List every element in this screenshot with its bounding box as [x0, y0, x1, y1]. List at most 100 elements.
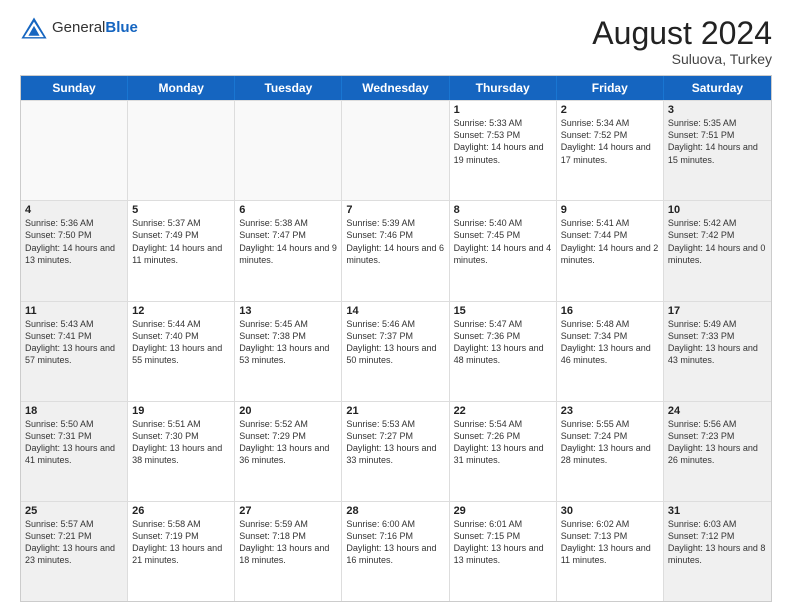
- day-number: 19: [132, 405, 230, 417]
- day-cell-31: 31Sunrise: 6:03 AMSunset: 7:12 PMDayligh…: [664, 502, 771, 601]
- day-number: 6: [239, 204, 337, 216]
- day-cell-18: 18Sunrise: 5:50 AMSunset: 7:31 PMDayligh…: [21, 402, 128, 501]
- day-details: Sunrise: 5:34 AMSunset: 7:52 PMDaylight:…: [561, 117, 659, 166]
- day-cell-25: 25Sunrise: 5:57 AMSunset: 7:21 PMDayligh…: [21, 502, 128, 601]
- day-number: 23: [561, 405, 659, 417]
- day-number: 14: [346, 305, 444, 317]
- day-number: 24: [668, 405, 767, 417]
- day-details: Sunrise: 5:39 AMSunset: 7:46 PMDaylight:…: [346, 217, 444, 266]
- calendar-row-1: 4Sunrise: 5:36 AMSunset: 7:50 PMDaylight…: [21, 200, 771, 300]
- day-details: Sunrise: 6:00 AMSunset: 7:16 PMDaylight:…: [346, 518, 444, 567]
- logo-icon: [20, 16, 48, 40]
- day-number: 18: [25, 405, 123, 417]
- header-day-thursday: Thursday: [450, 76, 557, 100]
- page: GeneralBlue August 2024 Suluova, Turkey …: [0, 0, 792, 612]
- day-number: 2: [561, 104, 659, 116]
- day-details: Sunrise: 5:36 AMSunset: 7:50 PMDaylight:…: [25, 217, 123, 266]
- day-number: 5: [132, 204, 230, 216]
- day-details: Sunrise: 5:56 AMSunset: 7:23 PMDaylight:…: [668, 418, 767, 467]
- day-cell-22: 22Sunrise: 5:54 AMSunset: 7:26 PMDayligh…: [450, 402, 557, 501]
- day-details: Sunrise: 5:40 AMSunset: 7:45 PMDaylight:…: [454, 217, 552, 266]
- day-cell-7: 7Sunrise: 5:39 AMSunset: 7:46 PMDaylight…: [342, 201, 449, 300]
- day-details: Sunrise: 5:58 AMSunset: 7:19 PMDaylight:…: [132, 518, 230, 567]
- day-cell-24: 24Sunrise: 5:56 AMSunset: 7:23 PMDayligh…: [664, 402, 771, 501]
- day-number: 16: [561, 305, 659, 317]
- day-cell-14: 14Sunrise: 5:46 AMSunset: 7:37 PMDayligh…: [342, 302, 449, 401]
- calendar-header: SundayMondayTuesdayWednesdayThursdayFrid…: [21, 76, 771, 100]
- day-number: 29: [454, 505, 552, 517]
- day-details: Sunrise: 5:42 AMSunset: 7:42 PMDaylight:…: [668, 217, 767, 266]
- day-details: Sunrise: 5:59 AMSunset: 7:18 PMDaylight:…: [239, 518, 337, 567]
- day-details: Sunrise: 5:49 AMSunset: 7:33 PMDaylight:…: [668, 318, 767, 367]
- day-cell-9: 9Sunrise: 5:41 AMSunset: 7:44 PMDaylight…: [557, 201, 664, 300]
- day-number: 7: [346, 204, 444, 216]
- day-details: Sunrise: 5:41 AMSunset: 7:44 PMDaylight:…: [561, 217, 659, 266]
- day-number: 25: [25, 505, 123, 517]
- day-details: Sunrise: 6:02 AMSunset: 7:13 PMDaylight:…: [561, 518, 659, 567]
- calendar-body: 1Sunrise: 5:33 AMSunset: 7:53 PMDaylight…: [21, 100, 771, 601]
- day-details: Sunrise: 5:38 AMSunset: 7:47 PMDaylight:…: [239, 217, 337, 266]
- day-cell-19: 19Sunrise: 5:51 AMSunset: 7:30 PMDayligh…: [128, 402, 235, 501]
- day-cell-10: 10Sunrise: 5:42 AMSunset: 7:42 PMDayligh…: [664, 201, 771, 300]
- day-number: 8: [454, 204, 552, 216]
- day-details: Sunrise: 5:53 AMSunset: 7:27 PMDaylight:…: [346, 418, 444, 467]
- day-details: Sunrise: 5:55 AMSunset: 7:24 PMDaylight:…: [561, 418, 659, 467]
- header-day-friday: Friday: [557, 76, 664, 100]
- day-number: 30: [561, 505, 659, 517]
- day-cell-28: 28Sunrise: 6:00 AMSunset: 7:16 PMDayligh…: [342, 502, 449, 601]
- day-number: 20: [239, 405, 337, 417]
- day-cell-29: 29Sunrise: 6:01 AMSunset: 7:15 PMDayligh…: [450, 502, 557, 601]
- day-number: 27: [239, 505, 337, 517]
- day-cell-15: 15Sunrise: 5:47 AMSunset: 7:36 PMDayligh…: [450, 302, 557, 401]
- day-cell-8: 8Sunrise: 5:40 AMSunset: 7:45 PMDaylight…: [450, 201, 557, 300]
- day-details: Sunrise: 5:45 AMSunset: 7:38 PMDaylight:…: [239, 318, 337, 367]
- logo: GeneralBlue: [20, 16, 138, 40]
- day-cell-30: 30Sunrise: 6:02 AMSunset: 7:13 PMDayligh…: [557, 502, 664, 601]
- day-cell-1: 1Sunrise: 5:33 AMSunset: 7:53 PMDaylight…: [450, 101, 557, 200]
- day-number: 11: [25, 305, 123, 317]
- logo-blue: Blue: [105, 19, 138, 36]
- day-cell-13: 13Sunrise: 5:45 AMSunset: 7:38 PMDayligh…: [235, 302, 342, 401]
- day-details: Sunrise: 5:43 AMSunset: 7:41 PMDaylight:…: [25, 318, 123, 367]
- header-day-saturday: Saturday: [664, 76, 771, 100]
- day-cell-17: 17Sunrise: 5:49 AMSunset: 7:33 PMDayligh…: [664, 302, 771, 401]
- day-details: Sunrise: 5:54 AMSunset: 7:26 PMDaylight:…: [454, 418, 552, 467]
- day-cell-20: 20Sunrise: 5:52 AMSunset: 7:29 PMDayligh…: [235, 402, 342, 501]
- day-number: 12: [132, 305, 230, 317]
- day-number: 13: [239, 305, 337, 317]
- header-day-wednesday: Wednesday: [342, 76, 449, 100]
- day-number: 1: [454, 104, 552, 116]
- empty-cell: [342, 101, 449, 200]
- day-cell-12: 12Sunrise: 5:44 AMSunset: 7:40 PMDayligh…: [128, 302, 235, 401]
- day-cell-6: 6Sunrise: 5:38 AMSunset: 7:47 PMDaylight…: [235, 201, 342, 300]
- day-cell-27: 27Sunrise: 5:59 AMSunset: 7:18 PMDayligh…: [235, 502, 342, 601]
- calendar: SundayMondayTuesdayWednesdayThursdayFrid…: [20, 75, 772, 602]
- day-number: 9: [561, 204, 659, 216]
- day-cell-11: 11Sunrise: 5:43 AMSunset: 7:41 PMDayligh…: [21, 302, 128, 401]
- header-day-tuesday: Tuesday: [235, 76, 342, 100]
- day-details: Sunrise: 5:37 AMSunset: 7:49 PMDaylight:…: [132, 217, 230, 266]
- day-number: 21: [346, 405, 444, 417]
- header-day-monday: Monday: [128, 76, 235, 100]
- header: GeneralBlue August 2024 Suluova, Turkey: [20, 16, 772, 67]
- day-cell-5: 5Sunrise: 5:37 AMSunset: 7:49 PMDaylight…: [128, 201, 235, 300]
- day-details: Sunrise: 5:48 AMSunset: 7:34 PMDaylight:…: [561, 318, 659, 367]
- day-details: Sunrise: 5:46 AMSunset: 7:37 PMDaylight:…: [346, 318, 444, 367]
- calendar-row-0: 1Sunrise: 5:33 AMSunset: 7:53 PMDaylight…: [21, 100, 771, 200]
- logo-text: GeneralBlue: [52, 19, 138, 37]
- day-details: Sunrise: 5:33 AMSunset: 7:53 PMDaylight:…: [454, 117, 552, 166]
- day-details: Sunrise: 6:01 AMSunset: 7:15 PMDaylight:…: [454, 518, 552, 567]
- day-details: Sunrise: 6:03 AMSunset: 7:12 PMDaylight:…: [668, 518, 767, 567]
- day-details: Sunrise: 5:35 AMSunset: 7:51 PMDaylight:…: [668, 117, 767, 166]
- day-details: Sunrise: 5:44 AMSunset: 7:40 PMDaylight:…: [132, 318, 230, 367]
- day-cell-2: 2Sunrise: 5:34 AMSunset: 7:52 PMDaylight…: [557, 101, 664, 200]
- month-year: August 2024: [592, 16, 772, 51]
- location: Suluova, Turkey: [592, 51, 772, 67]
- day-cell-4: 4Sunrise: 5:36 AMSunset: 7:50 PMDaylight…: [21, 201, 128, 300]
- day-number: 28: [346, 505, 444, 517]
- day-number: 26: [132, 505, 230, 517]
- day-number: 10: [668, 204, 767, 216]
- title-block: August 2024 Suluova, Turkey: [592, 16, 772, 67]
- logo-general: General: [52, 19, 105, 36]
- day-details: Sunrise: 5:50 AMSunset: 7:31 PMDaylight:…: [25, 418, 123, 467]
